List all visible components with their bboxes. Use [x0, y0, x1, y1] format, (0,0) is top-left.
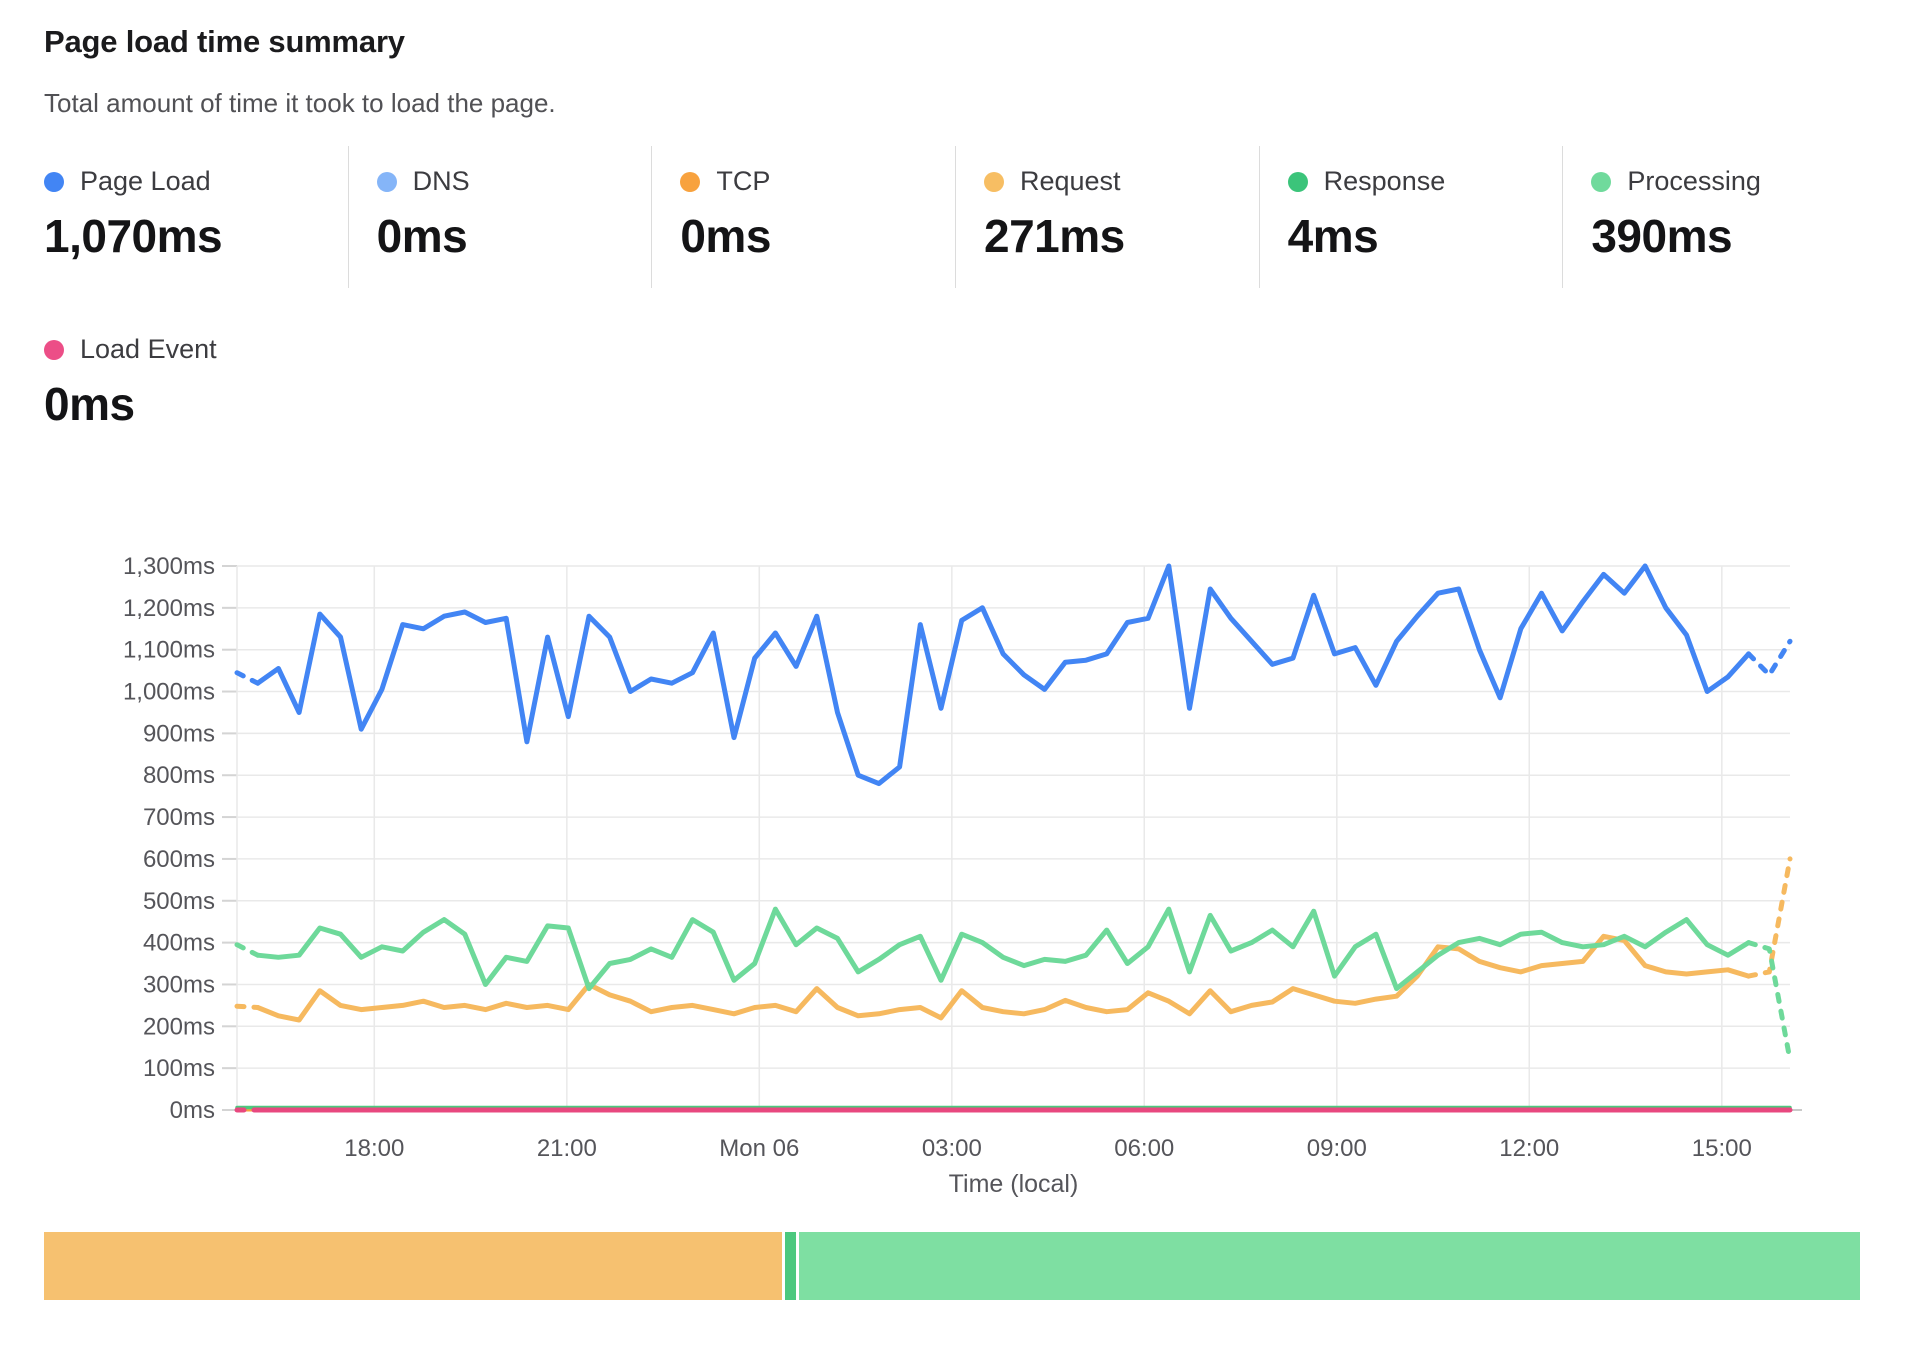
svg-text:300ms: 300ms	[143, 971, 215, 998]
svg-text:Time (local): Time (local)	[949, 1170, 1079, 1198]
svg-text:21:00: 21:00	[537, 1135, 597, 1162]
svg-text:800ms: 800ms	[143, 762, 215, 789]
page-load-time-chart[interactable]: 0ms 100ms 200ms 300ms 400ms 500ms 600ms 700ms 80…	[0, 0, 1910, 1352]
series-page-load-line[interactable]	[258, 566, 1749, 784]
series-processing-line[interactable]	[1749, 943, 1790, 1060]
svg-text:900ms: 900ms	[143, 720, 215, 747]
svg-text:500ms: 500ms	[143, 888, 215, 915]
series-processing-line[interactable]	[237, 945, 258, 956]
svg-text:Mon 06: Mon 06	[719, 1135, 799, 1162]
series-request-line[interactable]	[1749, 859, 1790, 976]
series-processing-line[interactable]	[258, 909, 1749, 989]
series-page-load-line[interactable]	[237, 673, 258, 684]
svg-text:09:00: 09:00	[1307, 1135, 1367, 1162]
svg-text:18:00: 18:00	[344, 1135, 404, 1162]
svg-text:600ms: 600ms	[143, 846, 215, 873]
svg-text:1,100ms: 1,100ms	[123, 637, 215, 664]
svg-text:100ms: 100ms	[143, 1055, 215, 1082]
chart-gridlines	[222, 566, 1802, 1110]
svg-text:12:00: 12:00	[1499, 1135, 1559, 1162]
svg-text:1,300ms: 1,300ms	[123, 553, 215, 580]
svg-text:15:00: 15:00	[1692, 1135, 1752, 1162]
svg-text:06:00: 06:00	[1114, 1135, 1174, 1162]
bar-segment-request[interactable]	[44, 1232, 782, 1300]
svg-text:700ms: 700ms	[143, 804, 215, 831]
bar-segment-processing[interactable]	[799, 1232, 1861, 1300]
series-request-line[interactable]	[237, 1006, 258, 1007]
svg-text:03:00: 03:00	[922, 1135, 982, 1162]
page-load-time-summary-panel: Page load time summary Total amount of t…	[0, 0, 1910, 1352]
svg-text:200ms: 200ms	[143, 1013, 215, 1040]
svg-text:400ms: 400ms	[143, 930, 215, 957]
svg-text:1,000ms: 1,000ms	[123, 679, 215, 706]
svg-text:1,200ms: 1,200ms	[123, 595, 215, 622]
timing-breakdown-bar	[44, 1232, 1860, 1300]
svg-text:0ms: 0ms	[170, 1097, 215, 1124]
series-page-load-line[interactable]	[1749, 641, 1790, 675]
bar-segment-response[interactable]	[785, 1232, 796, 1300]
